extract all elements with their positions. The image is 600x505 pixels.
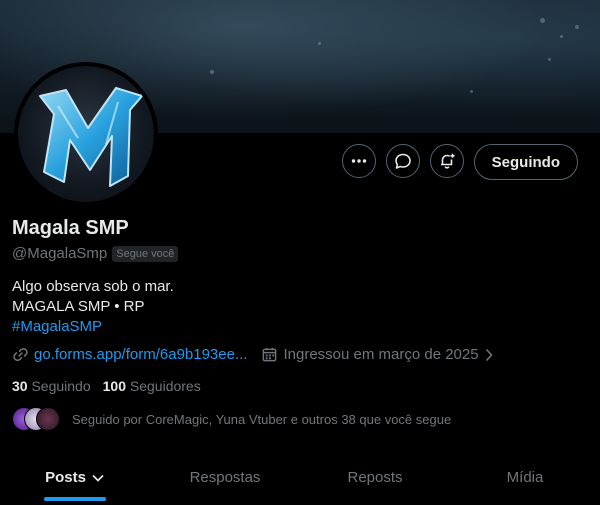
tab-media[interactable]: Mídia <box>450 450 600 505</box>
profile-avatar[interactable] <box>14 62 158 206</box>
following-label: Seguindo <box>31 378 91 394</box>
message-button[interactable] <box>385 144 420 178</box>
tab-label: Posts <box>45 469 86 486</box>
avatar-m-logo <box>39 87 143 187</box>
tab-label: Reposts <box>347 469 403 486</box>
chevron-down-icon <box>92 474 104 482</box>
notification-bell-icon <box>440 153 455 169</box>
tab-replies[interactable]: Respostas <box>150 450 300 505</box>
tab-reposts[interactable]: Reposts <box>300 450 450 505</box>
active-tab-indicator <box>44 497 106 501</box>
banner-bubble <box>210 70 214 74</box>
following-count-link[interactable]: 30 Seguindo <box>12 378 91 394</box>
followed-by-row[interactable]: Seguido por CoreMagic, Yuna Vtuber e out… <box>12 407 451 431</box>
followers-count-link[interactable]: 100 Seguidores <box>103 378 201 394</box>
banner-bubble <box>575 25 579 29</box>
followers-count: 100 <box>102 378 126 394</box>
calendar-icon <box>261 346 278 363</box>
joined-date: Ingressou em março de 2025 <box>283 346 479 363</box>
banner-bubble <box>560 35 563 38</box>
message-icon <box>394 153 411 169</box>
banner-bubble <box>318 42 321 45</box>
more-icon <box>351 159 366 163</box>
profile-tabs: Posts Respostas Reposts Mídia <box>0 450 600 505</box>
banner-bubble <box>470 90 473 93</box>
more-button[interactable] <box>341 144 376 178</box>
tab-label: Respostas <box>189 469 261 486</box>
profile-name: Magala SMP <box>12 217 129 239</box>
tab-posts[interactable]: Posts <box>0 450 150 505</box>
banner-bubble <box>540 18 545 23</box>
notifications-button[interactable] <box>429 144 464 178</box>
profile-website-link[interactable]: go.forms.app/form/6a9b193ee... <box>34 346 247 363</box>
profile-meta: go.forms.app/form/6a9b193ee... Ingressou… <box>12 346 495 363</box>
tab-label: Mídia <box>506 469 544 486</box>
bio-hashtag-link[interactable]: #MagalaSMP <box>12 317 174 337</box>
following-count: 30 <box>12 378 28 394</box>
handle-row: @MagalaSmp Segue você <box>12 245 179 262</box>
chevron-right-icon[interactable] <box>483 348 495 362</box>
link-icon <box>12 346 29 363</box>
avatar <box>36 407 60 431</box>
followed-by-text: Seguido por CoreMagic, Yuna Vtuber e out… <box>72 411 452 427</box>
profile-handle: @MagalaSmp <box>12 245 108 262</box>
following-button[interactable]: Seguindo <box>473 144 578 180</box>
followers-label: Seguidores <box>129 378 201 394</box>
followers-you-know-avatars <box>12 407 62 431</box>
profile-bio: Algo observa sob o mar. MAGALA SMP • RP … <box>12 277 174 337</box>
profile-counts: 30 Seguindo 100 Seguidores <box>12 378 201 394</box>
bio-line: Algo observa sob o mar. <box>12 278 174 295</box>
follows-you-badge: Segue você <box>112 245 179 262</box>
banner-bubble <box>548 58 551 61</box>
bio-line: MAGALA SMP • RP <box>12 298 145 315</box>
profile-actions: Seguindo <box>341 144 578 180</box>
